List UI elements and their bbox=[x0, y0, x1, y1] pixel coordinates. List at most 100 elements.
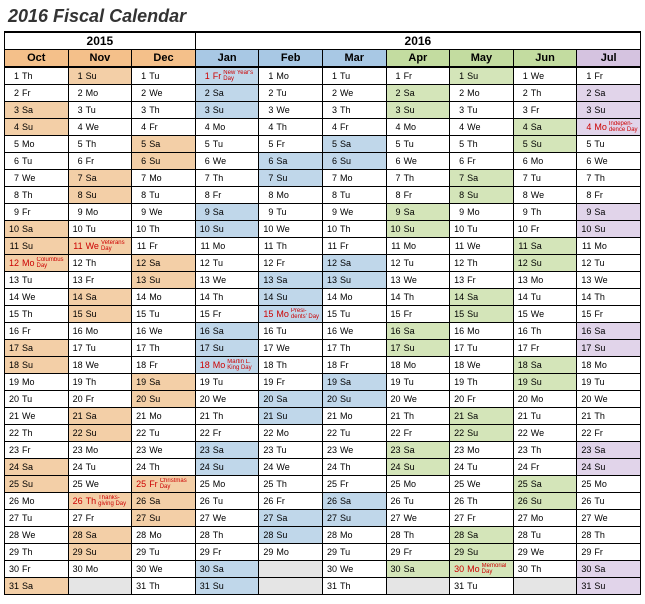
day-of-week: We bbox=[273, 462, 289, 472]
day-cell: 30Sa bbox=[577, 561, 641, 578]
day-number: 10 bbox=[7, 224, 19, 234]
day-number: 8 bbox=[579, 190, 591, 200]
day-cell: 15Th bbox=[5, 306, 69, 323]
day-of-week: Tu bbox=[464, 224, 477, 234]
table-row: 13Tu13Fr13Su13We13Sa13Su13We13Fr13Mo13We bbox=[5, 272, 641, 289]
day-of-week: We bbox=[337, 445, 353, 455]
day-cell bbox=[259, 578, 323, 595]
day-of-week: Tu bbox=[146, 71, 159, 81]
day-of-week: Sa bbox=[210, 564, 224, 574]
day-of-week: Tu bbox=[210, 258, 223, 268]
day-of-week: Fr bbox=[401, 190, 413, 200]
day-of-week: Sa bbox=[337, 377, 351, 387]
day-of-week: Sa bbox=[273, 156, 287, 166]
day-cell: 29Su bbox=[450, 544, 514, 561]
day-number: 27 bbox=[134, 513, 146, 523]
day-number: 5 bbox=[134, 139, 146, 149]
month-header-jul: Jul bbox=[577, 50, 641, 68]
holiday-label: Presi-dents' Day bbox=[289, 308, 320, 320]
day-of-week: Fr bbox=[464, 394, 476, 404]
day-of-week: Mo bbox=[464, 445, 480, 455]
day-cell: 27Sa bbox=[259, 510, 323, 527]
day-number: 21 bbox=[261, 411, 273, 421]
day-cell: 1Fr bbox=[386, 67, 450, 85]
day-of-week: Su bbox=[591, 581, 605, 591]
day-cell: 18Mo bbox=[577, 357, 641, 374]
day-number: 15 bbox=[516, 309, 528, 319]
day-cell: 23Sa bbox=[386, 442, 450, 459]
day-of-week: Fr bbox=[401, 309, 413, 319]
day-number: 24 bbox=[261, 462, 273, 472]
table-row: 29Th29Su29Tu29Fr29Mo29Tu29Fr29Su29We29Fr bbox=[5, 544, 641, 561]
year-2015-header: 2015 bbox=[5, 32, 196, 50]
day-of-week: Tu bbox=[591, 139, 604, 149]
day-number: 12 bbox=[389, 258, 401, 268]
day-of-week: Th bbox=[83, 377, 97, 387]
day-of-week: Sa bbox=[210, 88, 224, 98]
day-cell: 27Tu bbox=[5, 510, 69, 527]
day-number: 18 bbox=[134, 360, 146, 370]
day-cell: 20Mo bbox=[513, 391, 577, 408]
holiday-label: Veterans Day bbox=[99, 240, 129, 252]
day-of-week: Th bbox=[83, 139, 97, 149]
day-cell: 26ThThanks-giving Day bbox=[68, 493, 132, 510]
day-cell: 12Su bbox=[513, 255, 577, 272]
day-of-week: Tu bbox=[273, 326, 286, 336]
day-number: 2 bbox=[134, 88, 146, 98]
holiday-label: New Year's Day bbox=[221, 70, 256, 82]
day-cell: 19Sa bbox=[132, 374, 196, 391]
day-of-week: Th bbox=[146, 581, 160, 591]
day-of-week: Tu bbox=[464, 462, 477, 472]
day-cell: 25We bbox=[68, 476, 132, 493]
day-number: 14 bbox=[134, 292, 146, 302]
day-of-week: Th bbox=[591, 411, 605, 421]
day-of-week: Tu bbox=[591, 496, 604, 506]
day-cell: 27Mo bbox=[513, 510, 577, 527]
day-number: 5 bbox=[71, 139, 83, 149]
day-of-week: Sa bbox=[528, 479, 542, 489]
day-number: 18 bbox=[261, 360, 273, 370]
day-cell: 10Th bbox=[322, 221, 386, 238]
day-of-week: Th bbox=[464, 496, 478, 506]
day-number: 22 bbox=[7, 428, 19, 438]
day-cell: 20We bbox=[195, 391, 259, 408]
day-of-week: Mo bbox=[273, 547, 289, 557]
day-cell: 5Tu bbox=[386, 136, 450, 153]
day-cell: 31Su bbox=[195, 578, 259, 595]
day-number: 16 bbox=[452, 326, 464, 336]
day-number: 2 bbox=[516, 88, 528, 98]
day-number: 7 bbox=[134, 173, 146, 183]
day-of-week: Tu bbox=[337, 309, 350, 319]
day-number: 10 bbox=[389, 224, 401, 234]
day-number: 29 bbox=[7, 547, 19, 557]
day-number: 13 bbox=[7, 275, 19, 285]
day-of-week: Su bbox=[591, 462, 605, 472]
day-number: 12 bbox=[134, 258, 146, 268]
day-of-week: Mo bbox=[83, 88, 99, 98]
day-of-week: Sa bbox=[273, 275, 287, 285]
day-of-week: Th bbox=[146, 224, 160, 234]
day-cell: 9Sa bbox=[195, 204, 259, 221]
day-of-week: Sa bbox=[591, 88, 605, 98]
day-cell: 4We bbox=[68, 119, 132, 136]
day-of-week: Su bbox=[464, 71, 478, 81]
holiday-label: Columbus Day bbox=[35, 257, 66, 269]
day-of-week: Sa bbox=[401, 207, 415, 217]
day-cell: 1Su bbox=[68, 67, 132, 85]
day-cell: 22Fr bbox=[195, 425, 259, 442]
day-of-week: Mo bbox=[146, 292, 162, 302]
day-number: 11 bbox=[198, 241, 210, 251]
day-cell: 10We bbox=[259, 221, 323, 238]
day-number: 25 bbox=[7, 479, 19, 489]
day-cell: 30Mo bbox=[68, 561, 132, 578]
day-of-week: Mo bbox=[146, 411, 162, 421]
day-cell: 27Su bbox=[132, 510, 196, 527]
day-number: 26 bbox=[452, 496, 464, 506]
day-of-week: Su bbox=[273, 530, 287, 540]
day-of-week: We bbox=[19, 173, 35, 183]
day-cell: 19Tu bbox=[577, 374, 641, 391]
day-number: 11 bbox=[7, 241, 19, 251]
day-of-week: Mo bbox=[464, 88, 480, 98]
day-cell: 25Mo bbox=[195, 476, 259, 493]
day-cell: 20Su bbox=[322, 391, 386, 408]
